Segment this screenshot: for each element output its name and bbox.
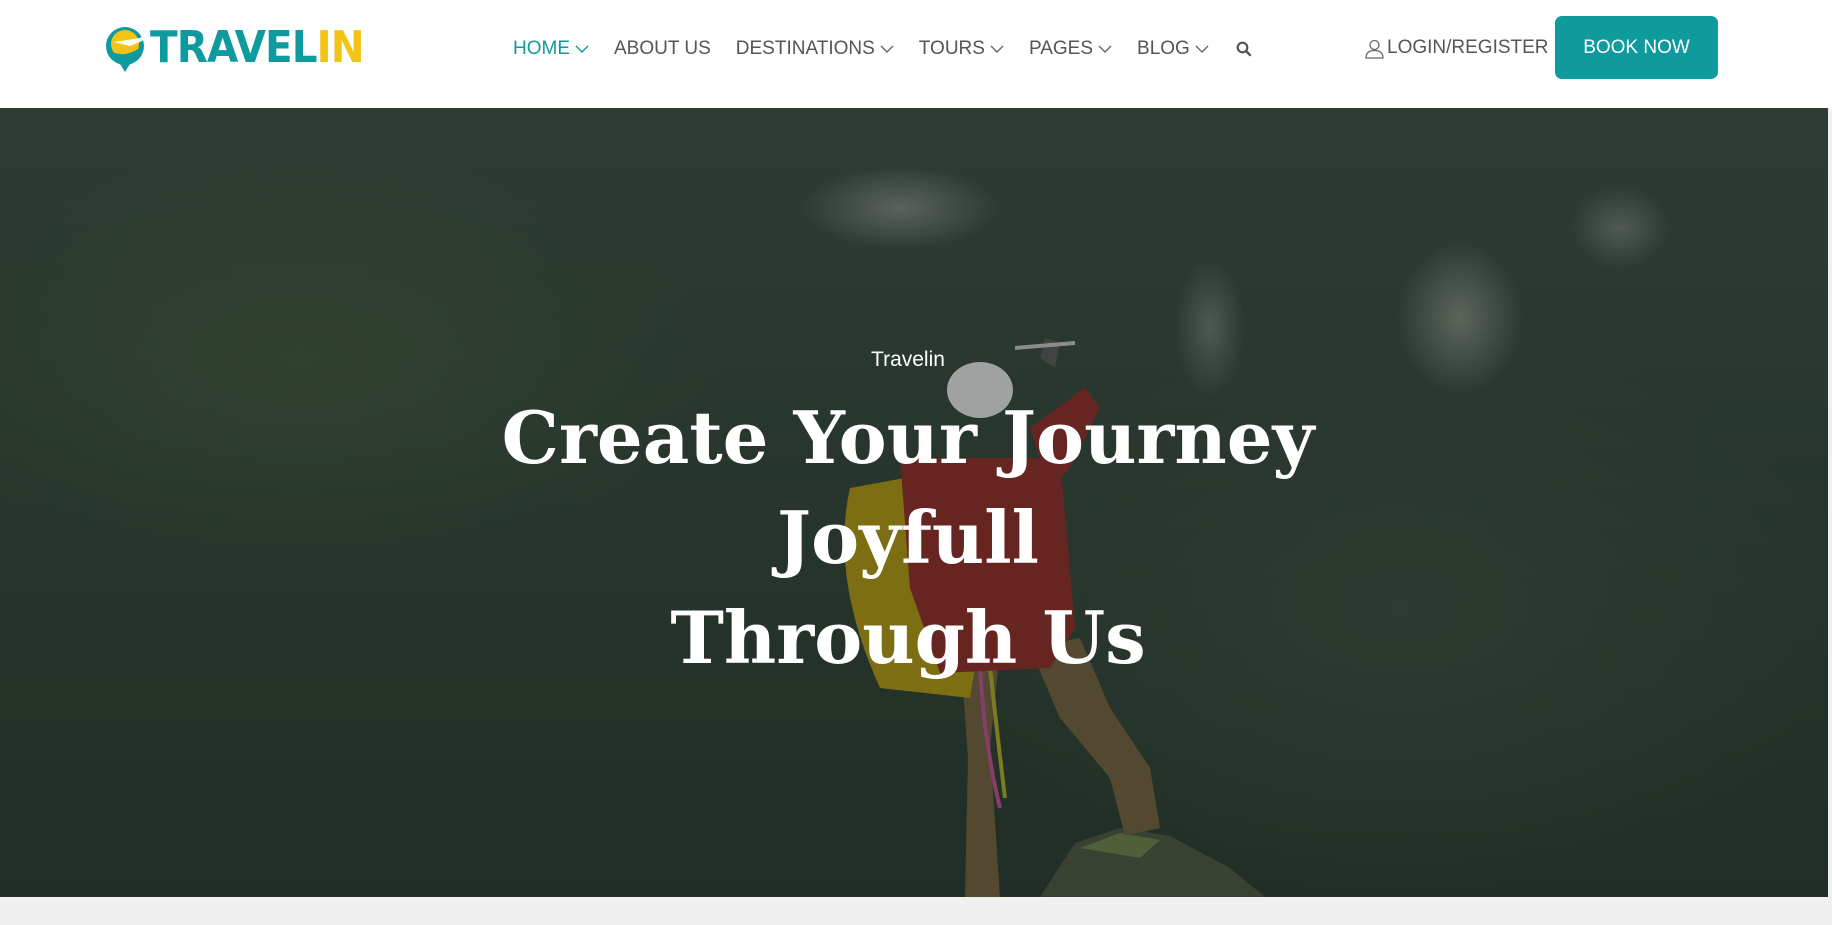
nav-item-label: PAGES bbox=[1028, 38, 1094, 59]
nav-item-about-us[interactable]: ABOUT US bbox=[614, 38, 711, 60]
login-register-link[interactable]: LOGIN/REGISTER bbox=[1364, 34, 1549, 62]
book-now-button[interactable]: BOOK NOW bbox=[1555, 16, 1718, 79]
nav-item-pages[interactable]: PAGES bbox=[1029, 38, 1112, 60]
hero-title-line2: Through Us bbox=[670, 595, 1146, 680]
site-header: TRAVELIN HOME ABOUT US DESTINATIONS TOUR… bbox=[0, 0, 1832, 108]
nav-item-label: ABOUT US bbox=[614, 38, 711, 59]
nav-item-label: HOME bbox=[513, 38, 570, 59]
logo-text-part1: TRAVEL bbox=[150, 22, 318, 73]
nav-item-label: BLOG bbox=[1137, 38, 1190, 59]
site-logo[interactable]: TRAVELIN bbox=[100, 20, 370, 76]
chevron-down-icon bbox=[990, 45, 1004, 53]
nav-item-destinations[interactable]: DESTINATIONS bbox=[736, 38, 894, 60]
hero-banner: Travelin Create Your Journey Joyfull Thr… bbox=[0, 108, 1828, 897]
chevron-down-icon bbox=[575, 45, 589, 53]
logo-wordmark: TRAVELIN bbox=[150, 26, 365, 70]
hero-title-line1: Create Your Journey Joyfull bbox=[501, 395, 1315, 580]
nav-item-blog[interactable]: BLOG bbox=[1137, 38, 1209, 60]
search-icon[interactable] bbox=[1235, 40, 1253, 58]
nav-item-tours[interactable]: TOURS bbox=[919, 38, 1004, 60]
hero-kicker: Travelin bbox=[871, 348, 945, 371]
nav-item-label: TOURS bbox=[918, 38, 985, 59]
user-icon bbox=[1365, 39, 1384, 59]
logo-text-part2: IN bbox=[316, 22, 365, 73]
globe-plane-logo-icon bbox=[106, 27, 146, 72]
chevron-down-icon bbox=[880, 45, 894, 53]
login-register-label: LOGIN/REGISTER bbox=[1387, 37, 1549, 58]
nav-item-home[interactable]: HOME bbox=[513, 38, 589, 60]
main-nav: HOME ABOUT US DESTINATIONS TOURS PAGES B… bbox=[513, 34, 1253, 64]
chevron-down-icon bbox=[1195, 45, 1209, 53]
nav-item-label: DESTINATIONS bbox=[735, 38, 875, 59]
chevron-down-icon bbox=[1098, 45, 1112, 53]
hero-title: Create Your Journey Joyfull Through Us bbox=[380, 388, 1436, 688]
